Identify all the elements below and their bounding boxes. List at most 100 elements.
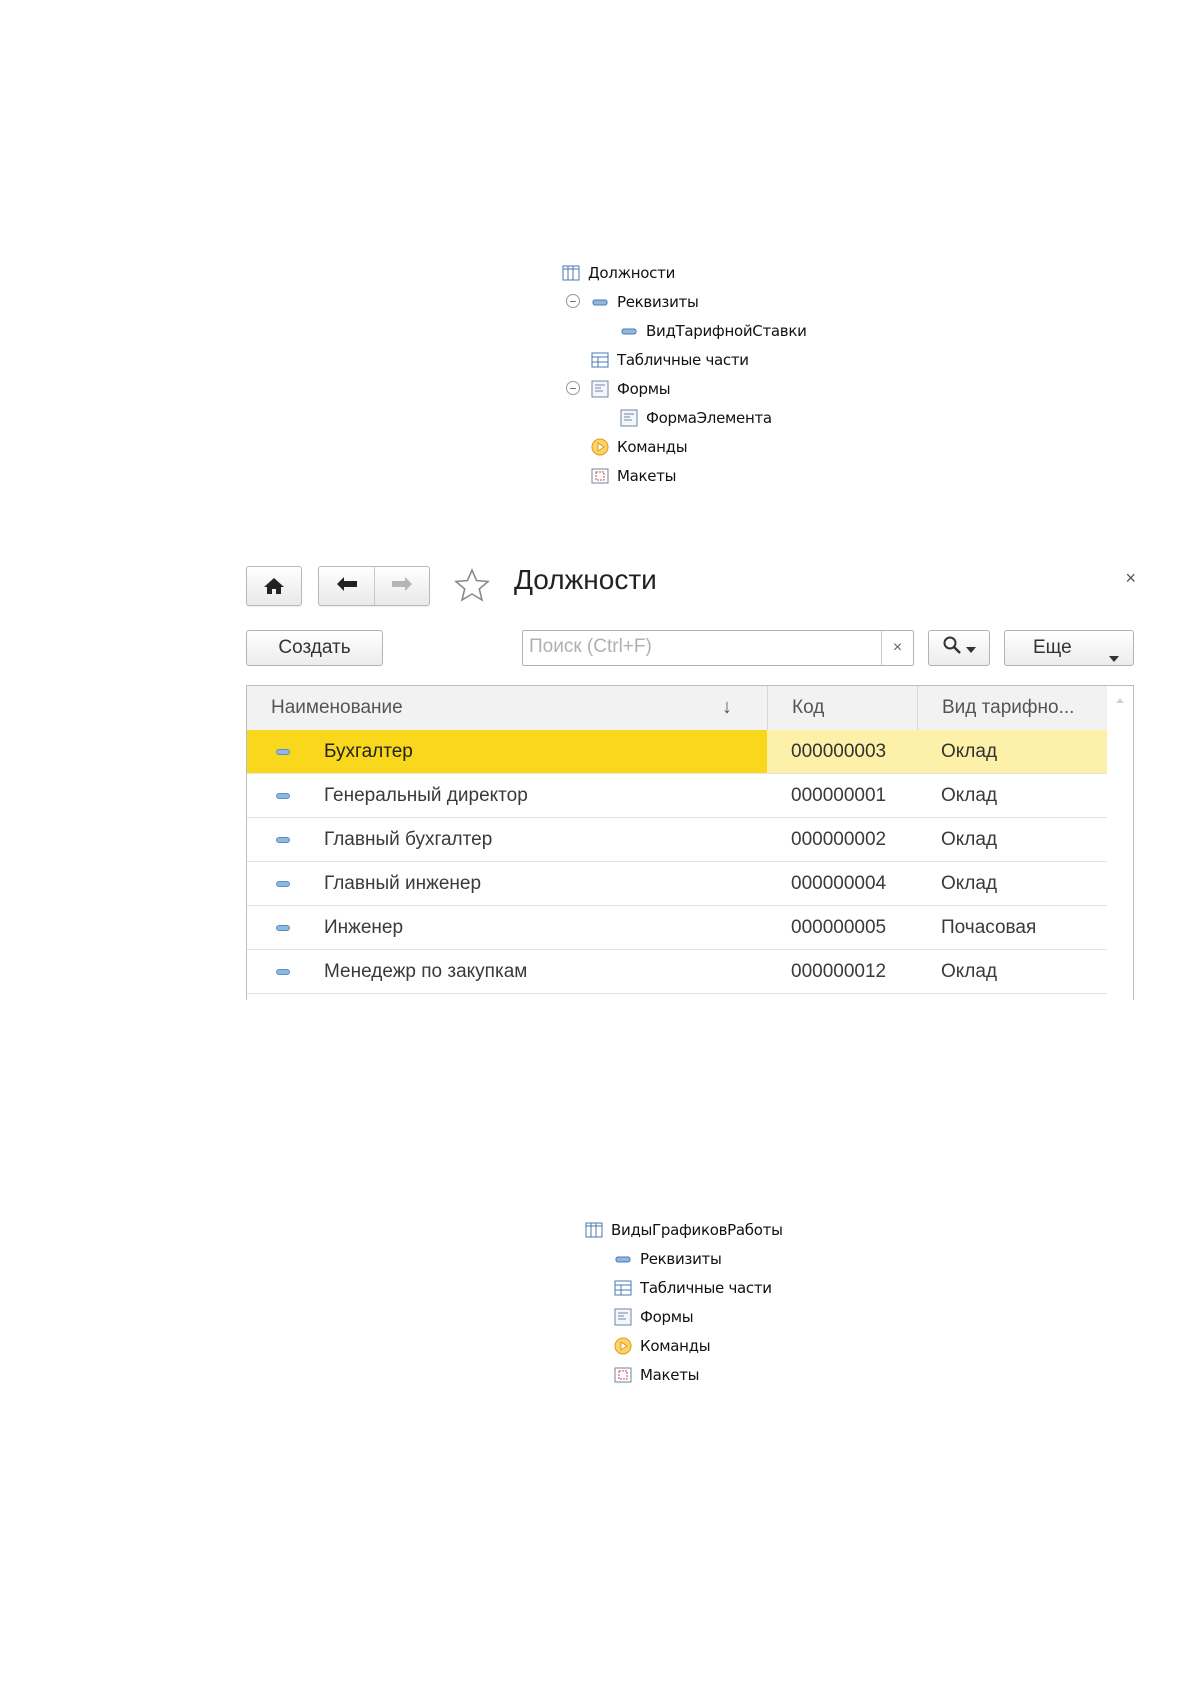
more-button[interactable]: Еще xyxy=(1004,630,1134,666)
catalog-icon xyxy=(585,1221,603,1239)
back-button[interactable] xyxy=(319,567,375,605)
template-icon xyxy=(591,467,609,485)
tree-label: Табличные части xyxy=(640,1279,772,1297)
command-icon xyxy=(591,438,609,456)
tree-item-tabular-parts[interactable]: Табличные части xyxy=(614,1275,772,1301)
catalog-list-form: Должности × Создать × Еще Наименование ↓… xyxy=(246,558,1136,1008)
table-icon xyxy=(614,1279,632,1297)
form-icon xyxy=(591,380,609,398)
tree-root-positions[interactable]: Должности xyxy=(562,260,675,286)
cell-rate-type: Оклад xyxy=(941,872,998,894)
tree-item-attributes[interactable]: Реквизиты xyxy=(591,289,699,315)
table-row[interactable]: Инженер 000000005 Почасовая xyxy=(247,906,1108,950)
cell-name-text: Генеральный директор xyxy=(324,784,528,806)
form-icon xyxy=(620,409,638,427)
tree-label: Макеты xyxy=(617,467,677,485)
tree-item-commands[interactable]: Команды xyxy=(591,434,688,460)
clear-search-button[interactable]: × xyxy=(881,631,913,665)
tree-item-commands[interactable]: Команды xyxy=(614,1333,711,1359)
cell-name: Менедежр по закупкам xyxy=(247,950,767,993)
attribute-icon xyxy=(276,792,290,799)
form-icon xyxy=(614,1308,632,1326)
cell-code: 000000001 xyxy=(791,784,887,806)
cell-name-text: Главный бухгалтер xyxy=(324,828,493,850)
cell-rate-type: Оклад xyxy=(941,784,998,806)
tree-item-templates[interactable]: Макеты xyxy=(614,1362,700,1388)
search-input[interactable] xyxy=(523,631,895,663)
attribute-icon xyxy=(591,293,609,311)
page-title: Должности xyxy=(514,564,657,595)
tree-label: Команды xyxy=(640,1337,711,1355)
arrow-left-icon xyxy=(336,576,358,597)
home-button[interactable] xyxy=(246,566,302,606)
collapse-toggle-icon[interactable] xyxy=(566,294,580,308)
attribute-icon xyxy=(276,836,290,843)
chevron-down-icon xyxy=(966,637,976,659)
more-label: Еще xyxy=(1033,637,1072,658)
command-icon xyxy=(614,1337,632,1355)
tree-item-rate-type[interactable]: ВидТарифнойСтавки xyxy=(620,318,807,344)
tree-label: ВидыГрафиковРаботы xyxy=(611,1221,783,1239)
attribute-icon xyxy=(276,924,290,931)
table-row[interactable]: Главный инженер 000000004 Оклад xyxy=(247,862,1108,906)
cell-name-text: Менедежр по закупкам xyxy=(324,960,528,982)
create-button[interactable]: Создать xyxy=(246,630,383,666)
tree-item-forms[interactable]: Формы xyxy=(591,376,671,402)
search-field: × xyxy=(522,630,914,666)
tree-label: ФормаЭлемента xyxy=(646,409,772,427)
cell-rate-type: Оклад xyxy=(917,730,1108,773)
close-icon[interactable]: × xyxy=(1125,568,1136,589)
table-row[interactable]: Менедежр по закупкам 000000012 Оклад xyxy=(247,950,1108,994)
home-icon xyxy=(247,567,301,605)
tree-label: Реквизиты xyxy=(617,293,699,311)
cell-code: 000000004 xyxy=(791,872,887,894)
magnifier-icon xyxy=(942,635,962,661)
vertical-scrollbar[interactable] xyxy=(1107,686,1133,1000)
cell-rate-type: Оклад xyxy=(941,828,998,850)
tree-label: Реквизиты xyxy=(640,1250,722,1268)
tree-item-templates[interactable]: Макеты xyxy=(591,463,677,489)
collapse-toggle-icon[interactable] xyxy=(566,381,580,395)
table-row[interactable]: Генеральный директор 000000001 Оклад xyxy=(247,774,1108,818)
tree-label: Команды xyxy=(617,438,688,456)
tree-root-work-schedules[interactable]: ВидыГрафиковРаботы xyxy=(585,1217,783,1243)
cell-name: Главный бухгалтер xyxy=(247,818,767,861)
tree-label: Табличные части xyxy=(617,351,749,369)
cell-rate-type: Почасовая xyxy=(941,916,1037,938)
attribute-icon xyxy=(276,748,290,755)
cell-name-text: Инженер xyxy=(324,916,404,938)
cell-name-text: Бухгалтер xyxy=(324,740,413,762)
attribute-icon xyxy=(614,1250,632,1268)
column-header-code[interactable]: Код xyxy=(767,686,917,730)
tree-label: Формы xyxy=(617,380,671,398)
forward-button[interactable] xyxy=(374,567,429,605)
cell-name: Бухгалтер xyxy=(247,730,767,773)
cell-code: 000000003 xyxy=(767,730,917,773)
column-header-rate-type[interactable]: Вид тарифно... xyxy=(917,686,1108,730)
template-icon xyxy=(614,1366,632,1384)
attribute-icon xyxy=(276,880,290,887)
search-options-button[interactable] xyxy=(928,630,990,666)
attribute-icon xyxy=(620,322,638,340)
positions-table: Наименование ↓ Код Вид тарифно... Бухгал… xyxy=(246,685,1134,1000)
cell-name: Инженер xyxy=(247,906,767,949)
tree-item-element-form[interactable]: ФормаЭлемента xyxy=(620,405,772,431)
cell-code: 000000012 xyxy=(791,960,887,982)
attribute-icon xyxy=(276,968,290,975)
cell-code: 000000005 xyxy=(791,916,887,938)
tree-item-tabular-parts[interactable]: Табличные части xyxy=(591,347,749,373)
sort-descending-icon[interactable]: ↓ xyxy=(722,696,732,719)
tree-item-forms[interactable]: Формы xyxy=(614,1304,694,1330)
tree-label: Формы xyxy=(640,1308,694,1326)
tree-label: Должности xyxy=(588,264,676,282)
cell-name-text: Главный инженер xyxy=(324,872,482,894)
arrow-right-icon xyxy=(391,576,413,597)
table-row[interactable]: Бухгалтер 000000003 Оклад xyxy=(247,730,1108,774)
column-header-name[interactable]: Наименование xyxy=(247,686,767,730)
tree-item-attributes[interactable]: Реквизиты xyxy=(614,1246,722,1272)
table-row[interactable]: Главный бухгалтер 000000002 Оклад xyxy=(247,818,1108,862)
history-nav xyxy=(318,566,430,606)
favorite-star-icon[interactable] xyxy=(454,567,490,607)
scroll-up-icon[interactable] xyxy=(1116,698,1124,703)
chevron-down-icon xyxy=(1109,646,1119,668)
